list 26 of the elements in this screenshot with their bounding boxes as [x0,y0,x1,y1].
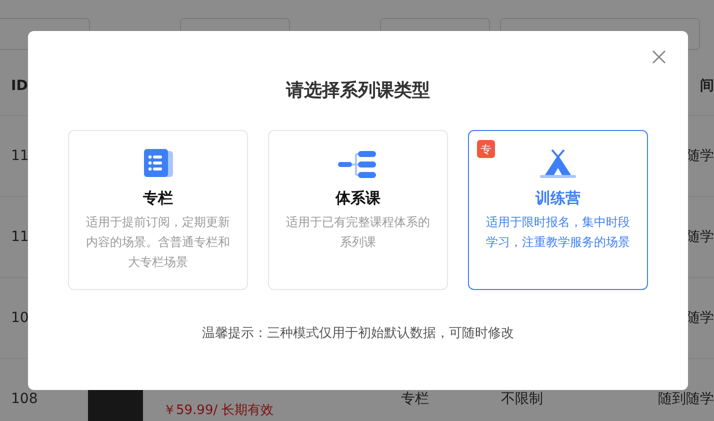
table-cell-text: 108 [10,391,39,407]
table-cell-text: 10 [10,310,30,326]
price-text: ￥59.99/ 长期有效 [163,402,274,419]
column-header: ID [10,78,29,94]
column-header: 间 [699,76,714,94]
table-cell-text: 随到随学 [657,390,714,408]
list-icon [143,149,173,179]
option-description: 适用于已有完整课程体系的系列课 [285,214,431,251]
table-cell-text: 专栏 [400,390,430,408]
option-card[interactable]: 专栏 适用于提前订阅，定期更新内容的场景。含普通专栏和大专栏场景 [68,130,248,290]
option-card[interactable]: 专 训练营 适用于限时报名，集中时段学习，注重教学服务的场景 [468,130,648,290]
tree-icon [338,149,378,179]
tip-text: 温馨提示：三种模式仅用于初始默认数据，可随时修改 [202,325,514,342]
option-title: 体系课 [336,189,380,208]
option-description: 适用于限时报名，集中时段学习，注重教学服务的场景 [485,214,631,251]
table-cell-text: 11 [10,229,30,245]
option-title: 训练营 [536,189,580,208]
table-cell-text: 不限制 [500,390,544,408]
option-title: 专栏 [143,189,173,208]
option-description: 适用于提前订阅，定期更新内容的场景。含普通专栏和大专栏场景 [85,214,231,271]
close-icon [652,50,666,64]
badge: 专 [477,140,495,158]
dialog-title: 请选择系列课类型 [286,79,430,102]
table-cell-text: 11 [10,148,30,164]
option-card[interactable]: 体系课 适用于已有完整课程体系的系列课 [268,130,448,290]
tent-icon [538,149,578,179]
